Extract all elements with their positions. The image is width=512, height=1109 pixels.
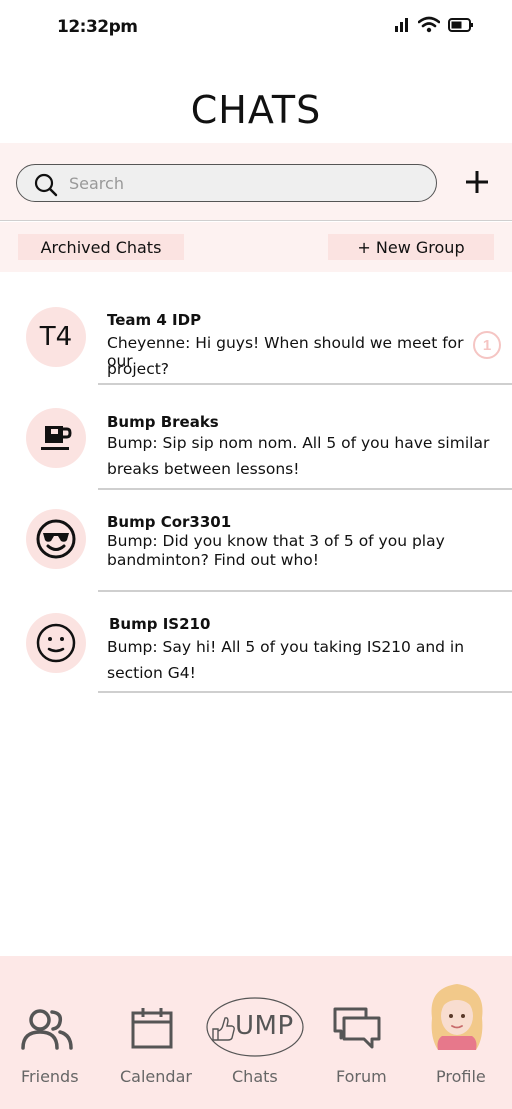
bump-logo-text: UMP <box>235 1011 294 1041</box>
chat-name: Bump IS210 <box>109 615 211 633</box>
sunglasses-face-icon <box>36 519 76 559</box>
forum-icon <box>333 1007 381 1049</box>
chat-name: Bump Breaks <box>107 413 219 431</box>
chat-preview-line1: Bump: Did you know that 3 of 5 of you pl… <box>107 532 445 550</box>
add-chat-button[interactable] <box>462 167 492 197</box>
status-time: 12:32pm <box>57 17 138 37</box>
avatar-initials: T4 <box>39 322 73 352</box>
chat-preview-line2: breaks between lessons! <box>107 460 300 478</box>
chat-preview-line2: project? <box>107 360 170 378</box>
page-title: CHATS <box>190 88 322 132</box>
nav-chats-label: Chats <box>232 1067 278 1086</box>
friends-icon <box>21 1009 73 1050</box>
chat-preview-line1: Bump: Say hi! All 5 of you taking IS210 … <box>107 638 465 656</box>
divider <box>98 488 512 490</box>
divider <box>98 383 512 385</box>
search-bar-section <box>0 143 512 221</box>
new-group-button[interactable]: + New Group <box>328 234 494 260</box>
nav-chats[interactable]: UMP Chats <box>205 956 305 1109</box>
avatar <box>26 509 86 569</box>
nav-forum-label: Forum <box>336 1067 387 1086</box>
chat-item-team4idp[interactable]: T4 Team 4 IDP Cheyenne: Hi guys! When sh… <box>0 300 512 385</box>
search-input[interactable] <box>69 172 419 194</box>
nav-friends-label: Friends <box>21 1067 79 1086</box>
search-box[interactable] <box>16 164 437 202</box>
chat-actions: Archived Chats + New Group <box>0 222 512 272</box>
divider <box>98 691 512 693</box>
profile-avatar-icon <box>431 984 483 1050</box>
chat-preview-line2: section G4! <box>107 664 196 682</box>
chat-preview-line2: bandminton? Find out who! <box>107 551 319 569</box>
search-icon <box>34 173 58 197</box>
chat-item-bump-breaks[interactable]: Bump Breaks Bump: Sip sip nom nom. All 5… <box>0 402 512 490</box>
nav-profile-label: Profile <box>436 1067 486 1086</box>
calendar-icon <box>131 1008 173 1049</box>
chat-preview-line1: Bump: Sip sip nom nom. All 5 of you have… <box>107 434 490 452</box>
signal-icon <box>395 17 408 32</box>
avatar: T4 <box>26 307 86 367</box>
chat-name: Bump Cor3301 <box>107 513 232 531</box>
chat-item-bump-is210[interactable]: Bump IS210 Bump: Say hi! All 5 of you ta… <box>0 610 512 695</box>
chat-item-bump-cor3301[interactable]: Bump Cor3301 Bump: Did you know that 3 o… <box>0 505 512 593</box>
avatar <box>26 613 86 673</box>
chat-name: Team 4 IDP <box>107 311 202 329</box>
unread-badge: 1 <box>473 331 501 359</box>
avatar <box>26 408 86 468</box>
status-bar: 12:32pm <box>0 0 512 56</box>
wifi-icon <box>418 16 440 33</box>
divider <box>98 590 512 592</box>
nav-forum[interactable]: Forum <box>310 956 410 1109</box>
nav-profile[interactable]: Profile <box>412 956 512 1109</box>
nav-friends[interactable]: Friends <box>0 956 95 1109</box>
nav-calendar-label: Calendar <box>120 1067 192 1086</box>
archived-chats-button[interactable]: Archived Chats <box>18 234 184 260</box>
battery-icon <box>448 17 473 32</box>
coffee-cup-icon <box>41 426 72 450</box>
status-icons <box>394 16 474 33</box>
nav-calendar[interactable]: Calendar <box>105 956 200 1109</box>
bottom-nav: Friends Calendar UMP Chats Forum Profile <box>0 956 512 1109</box>
smiley-face-icon <box>36 623 76 663</box>
